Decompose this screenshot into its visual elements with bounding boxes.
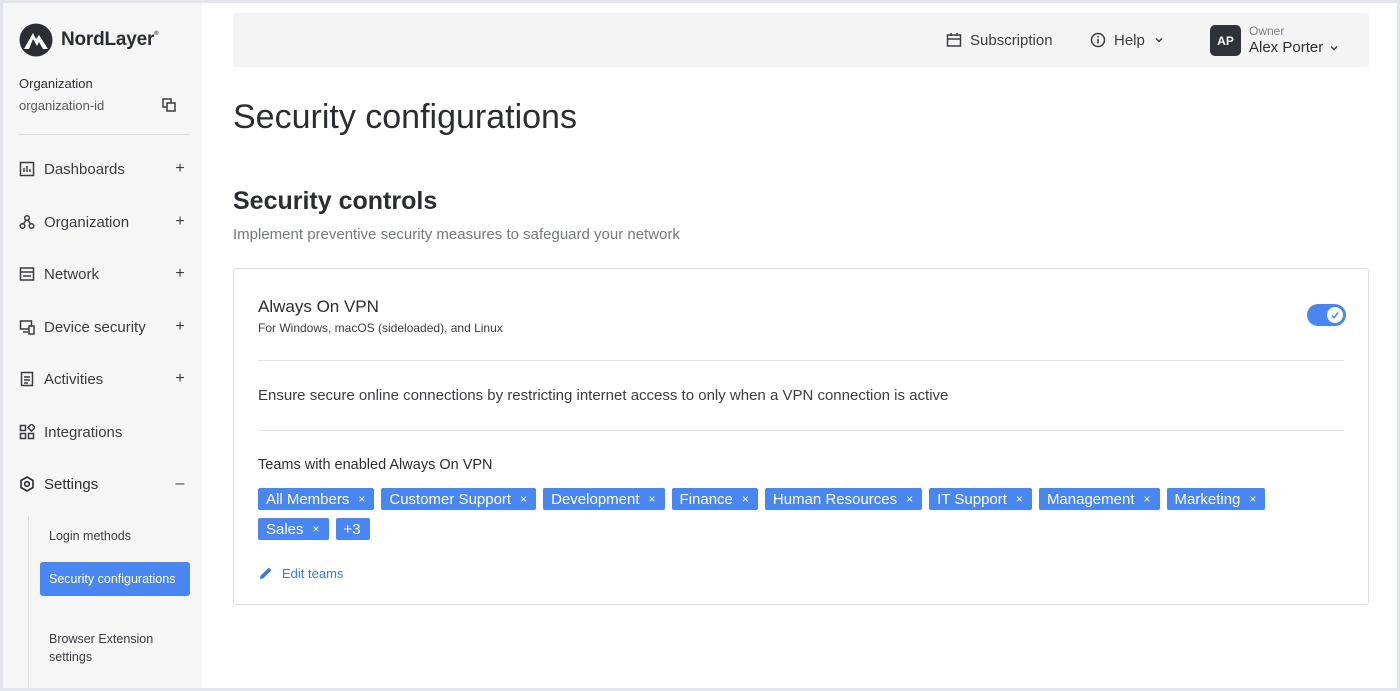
remove-icon[interactable]: × xyxy=(358,492,365,506)
brand-name: NordLayer® xyxy=(61,29,159,50)
team-tag: Development × xyxy=(543,488,665,510)
help-menu[interactable]: Help xyxy=(1090,13,1164,67)
sidebar-item-label: Dashboards xyxy=(44,160,125,178)
nordlayer-logo-icon xyxy=(19,23,53,57)
sidebar-item-network[interactable]: Network + xyxy=(19,262,187,286)
team-tag: IT Support × xyxy=(929,488,1032,510)
integrations-icon xyxy=(19,424,35,440)
sidebar-subitem-security-configurations[interactable]: Security configurations xyxy=(40,562,190,596)
info-icon xyxy=(1090,32,1106,48)
team-tag: Customer Support × xyxy=(381,488,537,510)
sidebar-item-settings[interactable]: Settings – xyxy=(19,472,187,496)
sidebar-item-label: Settings xyxy=(44,475,99,493)
remove-icon[interactable]: × xyxy=(1016,492,1023,506)
avatar[interactable]: AP xyxy=(1210,25,1241,56)
device-security-icon xyxy=(19,320,35,335)
team-tag: Sales × xyxy=(258,518,329,540)
organization-id: organization-id xyxy=(19,98,105,113)
chevron-down-icon xyxy=(1155,37,1163,43)
subscription-label: Subscription xyxy=(970,31,1053,49)
remove-icon[interactable]: × xyxy=(906,492,913,506)
remove-icon[interactable]: × xyxy=(1249,492,1256,506)
organization-icon xyxy=(19,214,35,230)
sidebar-item-dashboards[interactable]: Dashboards + xyxy=(19,157,187,181)
always-on-vpn-toggle[interactable] xyxy=(1307,304,1346,326)
network-icon xyxy=(19,267,35,281)
remove-icon[interactable]: × xyxy=(520,492,527,506)
check-icon xyxy=(1331,312,1339,319)
card-divider xyxy=(258,360,1344,361)
team-tag: Finance × xyxy=(671,488,758,510)
help-label: Help xyxy=(1114,31,1145,49)
team-tag: All Members × xyxy=(258,488,375,510)
expand-icon[interactable]: + xyxy=(173,370,187,388)
user-role: Owner xyxy=(1249,24,1285,38)
copy-icon[interactable] xyxy=(162,98,176,112)
logo[interactable]: NordLayer® xyxy=(19,23,159,57)
expand-icon[interactable]: + xyxy=(173,160,187,178)
expand-icon[interactable]: + xyxy=(173,213,187,231)
subscription-button[interactable]: Subscription xyxy=(946,13,1053,67)
remove-icon[interactable]: × xyxy=(1144,492,1151,506)
page-title: Security configurations xyxy=(233,98,577,136)
always-on-vpn-card: Always On VPN For Windows, macOS (sidelo… xyxy=(233,268,1369,605)
settings-icon xyxy=(20,476,34,492)
team-tag: Marketing × xyxy=(1166,488,1266,510)
team-tags: All Members × Customer Support × Developme… xyxy=(258,488,1328,548)
sidebar-item-organization[interactable]: Organization + xyxy=(19,210,187,234)
more-teams-tag[interactable]: +3 xyxy=(335,518,370,540)
activities-icon xyxy=(20,371,34,387)
sidebar-item-label: Organization xyxy=(44,213,130,231)
team-tag: Management × xyxy=(1038,488,1160,510)
sidebar-item-label: Integrations xyxy=(44,423,123,441)
card-subtitle: For Windows, macOS (sideloaded), and Lin… xyxy=(258,321,503,335)
edit-teams-label: Edit teams xyxy=(282,565,344,581)
sidebar: NordLayer® Organization organization-id … xyxy=(3,3,202,688)
dashboard-icon xyxy=(19,161,35,177)
sidebar-subitem-login-methods[interactable]: Login methods xyxy=(40,527,190,545)
organization-label: Organization xyxy=(19,76,93,91)
card-description: Ensure secure online connections by rest… xyxy=(258,387,949,404)
top-bar: Subscription Help AP Owner Alex Porter xyxy=(233,13,1369,67)
sidebar-item-device-security[interactable]: Device security + xyxy=(19,315,187,339)
user-menu[interactable]: Alex Porter xyxy=(1249,39,1339,56)
sidebar-item-label: Activities xyxy=(44,370,104,388)
card-divider xyxy=(258,430,1344,431)
toggle-knob xyxy=(1327,307,1343,323)
section-title: Security controls xyxy=(233,187,438,215)
sidebar-item-integrations[interactable]: Integrations xyxy=(19,420,187,444)
remove-icon[interactable]: × xyxy=(649,492,656,506)
expand-icon[interactable]: + xyxy=(173,318,187,336)
section-description: Implement preventive security measures t… xyxy=(233,226,680,243)
expand-icon[interactable]: + xyxy=(173,265,187,283)
sidebar-item-label: Device security xyxy=(44,318,146,336)
remove-icon[interactable]: × xyxy=(313,522,320,536)
collapse-icon[interactable]: – xyxy=(173,475,187,493)
subscription-icon xyxy=(946,33,962,47)
sidebar-divider xyxy=(19,134,190,135)
remove-icon[interactable]: × xyxy=(742,492,749,506)
pencil-icon xyxy=(260,567,272,579)
edit-teams-link[interactable]: Edit teams xyxy=(258,565,343,581)
chevron-down-icon xyxy=(1330,45,1338,51)
app-frame: NordLayer® Organization organization-id … xyxy=(3,3,1397,688)
tag-row: All Members × Customer Support × Developme… xyxy=(258,488,1328,510)
teams-label: Teams with enabled Always On VPN xyxy=(258,457,493,473)
submenu-rail xyxy=(28,516,29,688)
user-name: Alex Porter xyxy=(1249,39,1324,56)
tag-row: Sales × +3 xyxy=(258,518,1328,540)
sidebar-item-activities[interactable]: Activities + xyxy=(19,367,187,391)
sidebar-item-label: Network xyxy=(44,265,100,283)
card-title: Always On VPN xyxy=(258,297,379,316)
sidebar-subitem-browser-extension-settings[interactable]: Browser Extension settings xyxy=(40,630,190,666)
team-tag: Human Resources × xyxy=(764,488,923,510)
